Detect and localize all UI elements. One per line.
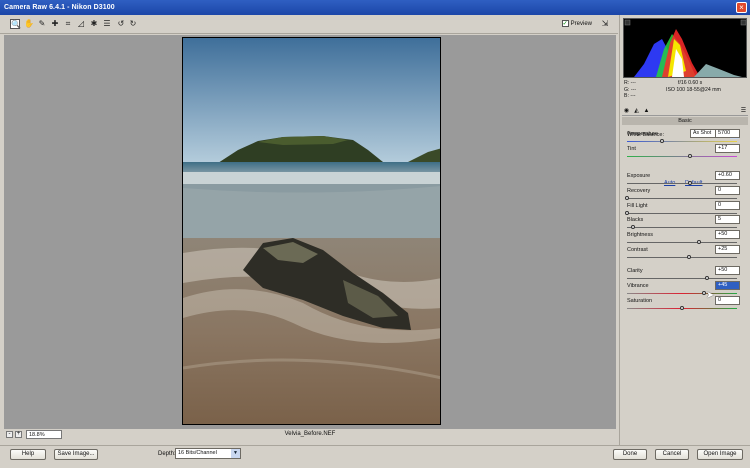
- exposure-slider-track[interactable]: [627, 181, 737, 185]
- help-button[interactable]: Help: [10, 449, 46, 460]
- white-balance-value: As Shot: [693, 130, 712, 136]
- preview-checkbox[interactable]: ✓: [561, 20, 569, 27]
- hand-tool-icon[interactable]: ✋: [24, 19, 34, 29]
- temperature-slider-thumb[interactable]: [660, 139, 665, 143]
- beach-photo: [183, 38, 440, 424]
- straighten-tool-icon[interactable]: ◿: [76, 19, 86, 29]
- depth-select[interactable]: 16 Bits/Channel ▼: [175, 448, 241, 459]
- fill-light-value-field[interactable]: 0: [715, 201, 740, 210]
- window-title: Camera Raw 6.4.1 - Nikon D3100: [4, 4, 115, 11]
- blacks-slider-track[interactable]: [627, 225, 737, 229]
- clarity-value-field[interactable]: +50: [715, 266, 740, 275]
- vibrance-label: Vibrance: [627, 283, 649, 289]
- preview-toggle[interactable]: ✓ Preview: [561, 20, 592, 27]
- fill-light-slider-track[interactable]: [625, 211, 737, 215]
- zoom-tool-icon[interactable]: 🔍: [10, 19, 21, 29]
- exposure-info: f/16 0.60 s: [678, 80, 703, 86]
- tint-value-field[interactable]: +17: [715, 144, 740, 153]
- contrast-slider-thumb[interactable]: [686, 255, 691, 259]
- pixel-readout: R: --- G: --- B: --- f/16 0.60 s ISO 100…: [624, 80, 746, 105]
- saturation-label: Saturation: [627, 298, 653, 304]
- depth-label: Depth:: [158, 451, 176, 457]
- crop-tool-icon[interactable]: ⌗: [63, 19, 73, 29]
- footer: Help Save Image... Depth: 16 Bits/Channe…: [0, 445, 750, 468]
- preview-image[interactable]: [182, 37, 441, 425]
- fill-light-slider-thumb[interactable]: [625, 211, 629, 215]
- readout-blue: B: ---: [624, 93, 636, 99]
- vibrance-value-field[interactable]: +45: [715, 281, 740, 290]
- clarity-slider-thumb[interactable]: [705, 276, 710, 280]
- clarity-slider-track[interactable]: [627, 276, 737, 280]
- fill-light-label: Fill Light: [627, 203, 648, 209]
- preferences-icon[interactable]: ☰: [102, 19, 112, 29]
- saturation-slider-thumb[interactable]: [680, 306, 684, 310]
- detail-tab-icon[interactable]: ▲: [643, 108, 650, 115]
- contrast-value-field[interactable]: +25: [715, 245, 740, 254]
- lens-info: ISO 100 18-55@24 mm: [666, 87, 721, 93]
- toolbar: 🔍 ✋ ✎ ✚ ⌗ ◿ ✱ ☰ ↺ ↻ ✓ Preview ⇲: [0, 15, 618, 34]
- done-button[interactable]: Done: [613, 449, 647, 460]
- saturation-value-field[interactable]: 0: [715, 296, 740, 305]
- tone-curve-tab-icon[interactable]: ◭: [633, 108, 640, 115]
- blacks-slider-thumb[interactable]: [630, 225, 635, 229]
- spot-removal-tool-icon[interactable]: ✱: [89, 19, 99, 29]
- white-balance-tool-icon[interactable]: ✎: [37, 19, 47, 29]
- open-image-button[interactable]: Open Image: [697, 449, 743, 460]
- temperature-value-field[interactable]: 5700: [715, 129, 740, 138]
- panel-tabs: ◉ ◭ ▲ ☰: [622, 107, 748, 116]
- brightness-slider-thumb[interactable]: [696, 240, 701, 244]
- basic-tab-icon[interactable]: ◉: [623, 108, 630, 115]
- fullscreen-icon[interactable]: ⇲: [600, 19, 610, 29]
- cancel-button[interactable]: Cancel: [655, 449, 689, 460]
- contrast-slider-track[interactable]: [627, 255, 737, 259]
- contrast-label: Contrast: [627, 247, 648, 253]
- preview-label: Preview: [570, 20, 592, 27]
- tint-slider-thumb[interactable]: [687, 154, 692, 158]
- panel-menu-icon[interactable]: ☰: [740, 108, 747, 115]
- chevron-down-icon: ▼: [231, 449, 240, 458]
- adjustments-panel: R: --- G: --- B: --- f/16 0.60 s ISO 100…: [619, 15, 750, 445]
- color-sampler-tool-icon[interactable]: ✚: [50, 19, 60, 29]
- image-canvas[interactable]: [4, 35, 616, 429]
- exposure-label: Exposure: [627, 173, 651, 179]
- brightness-label: Brightness: [627, 232, 653, 238]
- temperature-label: Temperature: [627, 131, 658, 137]
- brightness-value-field[interactable]: +50: [715, 230, 740, 239]
- save-image-button[interactable]: Save Image...: [54, 449, 98, 460]
- title-bar: Camera Raw 6.4.1 - Nikon D3100 ×: [0, 0, 750, 15]
- depth-value: 16 Bits/Channel: [178, 450, 217, 456]
- exposure-slider-thumb[interactable]: [687, 181, 692, 185]
- canvas-status-bar: - + 18.8% Velvia_Before.NEF: [4, 430, 616, 440]
- recovery-slider-track[interactable]: [625, 196, 737, 200]
- file-name: Velvia_Before.NEF: [284, 431, 336, 437]
- recovery-label: Recovery: [627, 188, 651, 194]
- recovery-slider-thumb[interactable]: [625, 196, 629, 200]
- brightness-slider-track[interactable]: [627, 240, 737, 244]
- rotate-right-icon[interactable]: ↻: [128, 19, 138, 29]
- temperature-slider-track[interactable]: [627, 139, 737, 143]
- exposure-value-field[interactable]: +0.60: [715, 171, 740, 180]
- pointer-cursor: ➤: [706, 290, 715, 301]
- vibrance-slider-track[interactable]: [627, 291, 737, 295]
- blacks-value-field[interactable]: 5: [715, 215, 740, 224]
- clarity-label: Clarity: [627, 268, 643, 274]
- section-title: Basic: [622, 117, 748, 125]
- recovery-value-field[interactable]: 0: [715, 186, 740, 195]
- saturation-slider-track[interactable]: [627, 306, 737, 310]
- close-window-button[interactable]: ×: [736, 2, 747, 13]
- tint-label: Tint: [627, 146, 636, 152]
- rotate-left-icon[interactable]: ↺: [116, 19, 126, 29]
- tint-slider-track[interactable]: [627, 154, 737, 158]
- blacks-label: Blacks: [627, 217, 644, 223]
- histogram: [623, 18, 747, 78]
